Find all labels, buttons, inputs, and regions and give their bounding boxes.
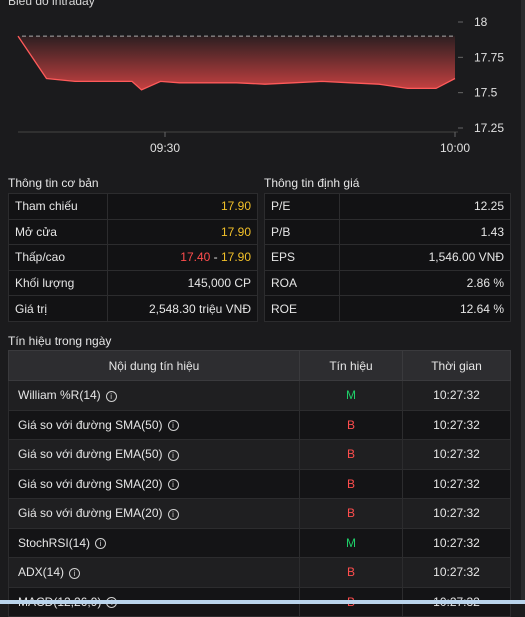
pb-value: 1.43 [339,218,511,246]
signal-time: 10:27:32 [402,409,511,440]
signal-name: StochRSI(14) [18,535,91,550]
signal-name: Giá so với đường EMA(50) [18,447,163,462]
table-row: ADX(14) i B 10:27:32 [8,557,511,588]
signal-value: M [299,527,403,558]
ref-price-value: 17.90 [106,193,259,220]
intraday-chart: 18 17.75 17.5 17.25 09:30 10:00 [17,15,504,155]
info-icon[interactable]: i [69,567,81,579]
signal-value: B [299,439,403,470]
info-icon[interactable]: i [167,449,179,461]
low-value: 17.40 [180,250,211,265]
volume-value: 145,000 CP [106,269,259,297]
signal-value: B [299,409,403,440]
table-row: Giá so với đường SMA(50) i B 10:27:32 [8,409,511,440]
signal-name: Giá so với đường SMA(50) [18,417,163,432]
eps-label: EPS [263,244,341,271]
signal-name-cell: StochRSI(14) i [8,527,300,558]
info-icon[interactable]: i [105,390,117,402]
low-high-value: 17.40 - 17.90 [106,244,259,271]
turnover-label: Giá trị [8,295,108,322]
high-value: 17.90 [220,250,251,265]
valuation-title: Thông tin định giá [264,176,360,190]
signal-name: Giá so với đường SMA(20) [18,476,163,491]
signal-time: 10:27:32 [402,468,511,499]
ref-price-label: Tham chiếu [8,193,108,220]
signal-name: William %R(14) [18,388,101,403]
signal-value: B [299,468,403,499]
signal-time: 10:27:32 [402,498,511,529]
basic-info-table: Tham chiếu 17.90 Mở cửa 17.90 Thấp/cao 17.4… [8,193,259,322]
x-tick-label: 10:00 [440,141,470,155]
signal-value: M [299,380,403,411]
y-tick-label: 17.75 [474,50,504,64]
signals-title: Tín hiệu trong ngày [8,334,112,348]
vertical-scrollbar[interactable] [521,0,525,604]
signal-value: B [299,557,403,588]
pb-label: P/B [263,218,341,246]
x-tick-label: 09:30 [150,141,180,155]
y-tick-label: 18 [474,15,488,29]
signals-table: Nội dung tín hiệu Tín hiệu Thời gian Wil… [8,350,511,617]
pe-label: P/E [263,193,341,220]
signal-name: Giá so với đường EMA(20) [18,506,163,521]
signal-value: B [299,498,403,529]
basic-info-title: Thông tin cơ bản [8,176,99,190]
signal-name-cell: Giá so với đường SMA(50) i [8,409,300,440]
signal-name-cell: ADX(14) i [8,557,300,588]
low-high-label: Thấp/cao [8,244,108,271]
roa-label: ROA [263,269,341,297]
signal-time: 10:27:32 [402,439,511,470]
info-icon[interactable]: i [167,479,179,491]
volume-label: Khối lượng [8,269,108,297]
roe-label: ROE [263,295,341,322]
table-row: Giá so với đường SMA(20) i B 10:27:32 [8,468,511,499]
info-icon[interactable]: i [95,538,107,550]
y-tick-label: 17.5 [474,86,498,100]
chart-title: Biểu đồ intraday [8,0,95,8]
col-header-time: Thời gian [402,350,511,381]
roe-value: 12.64 % [339,295,511,322]
table-row: Giá so với đường EMA(20) i B 10:27:32 [8,498,511,529]
signal-time: 10:27:32 [402,557,511,588]
eps-value: 1,546.00 VNĐ [339,244,511,271]
low-high-separator: - [210,250,221,265]
roa-value: 2.86 % [339,269,511,297]
col-header-content: Nội dung tín hiệu [8,350,300,381]
info-icon[interactable]: i [167,420,179,432]
signal-name-cell: Giá so với đường EMA(20) i [8,498,300,529]
info-icon[interactable]: i [167,508,179,520]
pe-value: 12.25 [339,193,511,220]
col-header-signal: Tín hiệu [299,350,403,381]
open-price-label: Mở cửa [8,218,108,246]
open-price-value: 17.90 [106,218,259,246]
signal-name-cell: Giá so với đường SMA(20) i [8,468,300,499]
y-tick-label: 17.25 [474,121,504,135]
table-row: StochRSI(14) i M 10:27:32 [8,527,511,558]
signal-time: 10:27:32 [402,380,511,411]
signal-name: ADX(14) [18,565,65,580]
signal-name-cell: William %R(14) i [8,380,300,411]
valuation-table: P/E 12.25 P/B 1.43 EPS 1,546.00 VNĐ ROA 2.86… [263,193,511,322]
table-row: Giá so với đường EMA(50) i B 10:27:32 [8,439,511,470]
signal-time: 10:27:32 [402,527,511,558]
table-row: William %R(14) i M 10:27:32 [8,380,511,411]
turnover-value: 2,548.30 triệu VNĐ [106,295,259,322]
horizontal-scrollbar[interactable] [0,600,525,604]
signal-name-cell: Giá so với đường EMA(50) i [8,439,300,470]
